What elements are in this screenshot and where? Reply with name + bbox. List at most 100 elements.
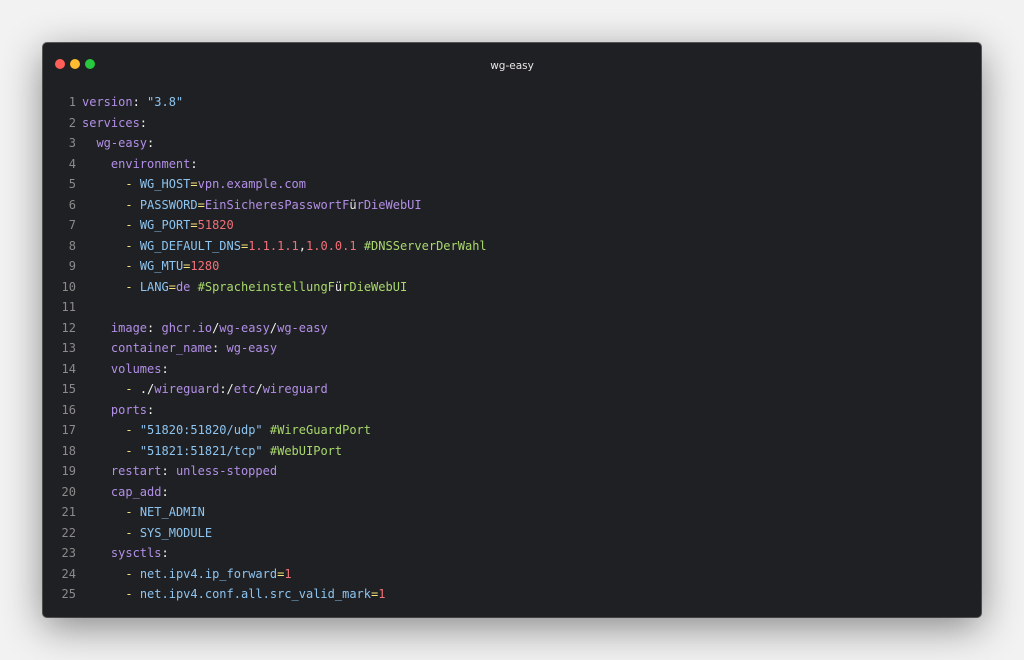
line-content: - ./wireguard:/etc/wireguard <box>76 379 328 400</box>
code-token: 1.0.0.1 <box>306 238 357 253</box>
code-token: : <box>147 402 155 417</box>
code-token: environment <box>82 156 191 171</box>
code-token: : <box>147 136 155 150</box>
code-line: 20 cap_add: <box>43 482 981 503</box>
line-content <box>76 297 82 318</box>
line-number: 24 <box>61 566 76 581</box>
line-content: sysctls: <box>76 543 169 564</box>
code-line: 9 - WG_MTU=1280 <box>43 256 981 277</box>
line-content: container_name: wg-easy <box>76 338 277 359</box>
code-token: wg-easy <box>82 136 148 150</box>
code-line: 19 restart: unless-stopped <box>43 461 981 482</box>
line-number: 19 <box>61 464 76 478</box>
code-token: WG_DEFAULT_DNS <box>132 238 241 253</box>
code-line: 16 ports: <box>43 400 981 421</box>
line-content: - "51821:51821/tcp" #WebUIPort <box>76 441 342 462</box>
code-token: #DNSServerDerWahl <box>356 238 487 253</box>
code-token: wireguard <box>262 382 328 396</box>
code-token: wg-easy <box>277 320 328 335</box>
code-token: wg-easy <box>226 341 278 355</box>
line-content: - net.ipv4.conf.all.src_valid_mark=1 <box>76 584 385 605</box>
code-line: 12 image: ghcr.io/wg-easy/wg-easy <box>43 318 981 339</box>
code-token: WG_MTU <box>132 259 184 273</box>
line-content: version: "3.8" <box>76 92 183 113</box>
line-content: cap_add: <box>76 482 169 503</box>
code-token: wireguard <box>154 382 220 396</box>
line-content: - net.ipv4.ip_forward=1 <box>76 564 292 585</box>
code-token: #WireGuardPort <box>262 423 372 437</box>
code-token: - <box>125 218 133 232</box>
code-token: : <box>161 484 169 499</box>
code-token: LANG <box>132 279 169 294</box>
line-number: 4 <box>68 156 76 171</box>
line-content: - WG_HOST=vpn.example.com <box>76 174 306 195</box>
line-number: 16 <box>61 402 76 417</box>
line-number: 20 <box>61 484 76 499</box>
line-number: 18 <box>61 443 76 458</box>
code-line: 6 - PASSWORD=EinSicheresPasswortFürDieWe… <box>43 195 981 216</box>
line-content: restart: unless-stopped <box>76 461 277 482</box>
code-line: 14 volumes: <box>43 359 981 380</box>
code-token: - <box>125 177 133 191</box>
line-content: - NET_ADMIN <box>76 502 204 523</box>
code-token: = <box>168 279 176 294</box>
code-token: 1 <box>284 566 292 581</box>
title-bar: wg-easy <box>43 43 981 87</box>
code-line: 1 version: "3.8" <box>43 92 981 113</box>
code-line: 11 <box>43 297 981 318</box>
line-number: 21 <box>61 505 76 519</box>
code-line: 17 - "51820:51820/udp" #WireGuardPort <box>43 420 981 441</box>
code-token: - <box>125 259 133 273</box>
code-token: - <box>125 238 133 253</box>
code-line: 7 - WG_PORT=51820 <box>43 215 981 236</box>
code-token: : <box>139 115 148 130</box>
code-token: version <box>82 95 133 109</box>
line-content: - WG_MTU=1280 <box>76 256 219 277</box>
code-token: / <box>255 382 263 396</box>
line-content: - WG_DEFAULT_DNS=1.1.1.1,1.0.0.1 #DNSSer… <box>76 236 487 257</box>
line-number: 7 <box>68 218 76 232</box>
line-number: 10 <box>61 279 76 294</box>
code-token: sysctls <box>82 546 162 560</box>
line-content: ports: <box>76 400 154 421</box>
line-number: 11 <box>61 300 76 314</box>
code-window: wg-easy 1 version: "3.8" 2 services: 3 wg-ea… <box>43 43 981 617</box>
line-number: 5 <box>68 177 76 191</box>
code-line: 4 environment: <box>43 154 981 175</box>
code-token: : <box>161 361 169 376</box>
code-token: wg-easy <box>219 320 270 335</box>
line-content: - LANG=de #SpracheinstellungFürDieWebUI <box>76 277 407 298</box>
code-token: ü <box>349 197 357 212</box>
code-token: cap_add <box>82 484 162 499</box>
code-line: 21 - NET_ADMIN <box>43 502 981 523</box>
line-content: volumes: <box>76 359 169 380</box>
code-token: "3.8" <box>147 95 184 109</box>
line-content: - PASSWORD=EinSicheresPasswortFürDieWebU… <box>76 195 421 216</box>
code-token: : <box>190 156 198 171</box>
code-line: 25 - net.ipv4.conf.all.src_valid_mark=1 <box>43 584 981 605</box>
line-content: services: <box>76 113 147 134</box>
code-token: - <box>125 279 133 294</box>
code-token: "51821:51821/tcp" <box>132 443 263 458</box>
code-line: 23 sysctls: <box>43 543 981 564</box>
line-content: wg-easy: <box>76 133 154 154</box>
code-line: 13 container_name: wg-easy <box>43 338 981 359</box>
code-token: , <box>298 238 307 253</box>
code-token: - <box>125 566 133 581</box>
line-number: 17 <box>61 423 76 437</box>
code-line: 8 - WG_DEFAULT_DNS=1.1.1.1,1.0.0.1 #DNSS… <box>43 236 981 257</box>
code-token: net.ipv4.conf.all.src_valid_mark <box>132 587 372 601</box>
code-token: WG_HOST <box>132 177 191 191</box>
code-block[interactable]: 1 version: "3.8" 2 services: 3 wg-easy: 4 env… <box>43 92 981 605</box>
code-token: vpn.example.com <box>197 177 306 191</box>
code-token: - <box>125 505 133 519</box>
code-token: : <box>147 320 162 335</box>
line-number: 6 <box>68 197 76 212</box>
